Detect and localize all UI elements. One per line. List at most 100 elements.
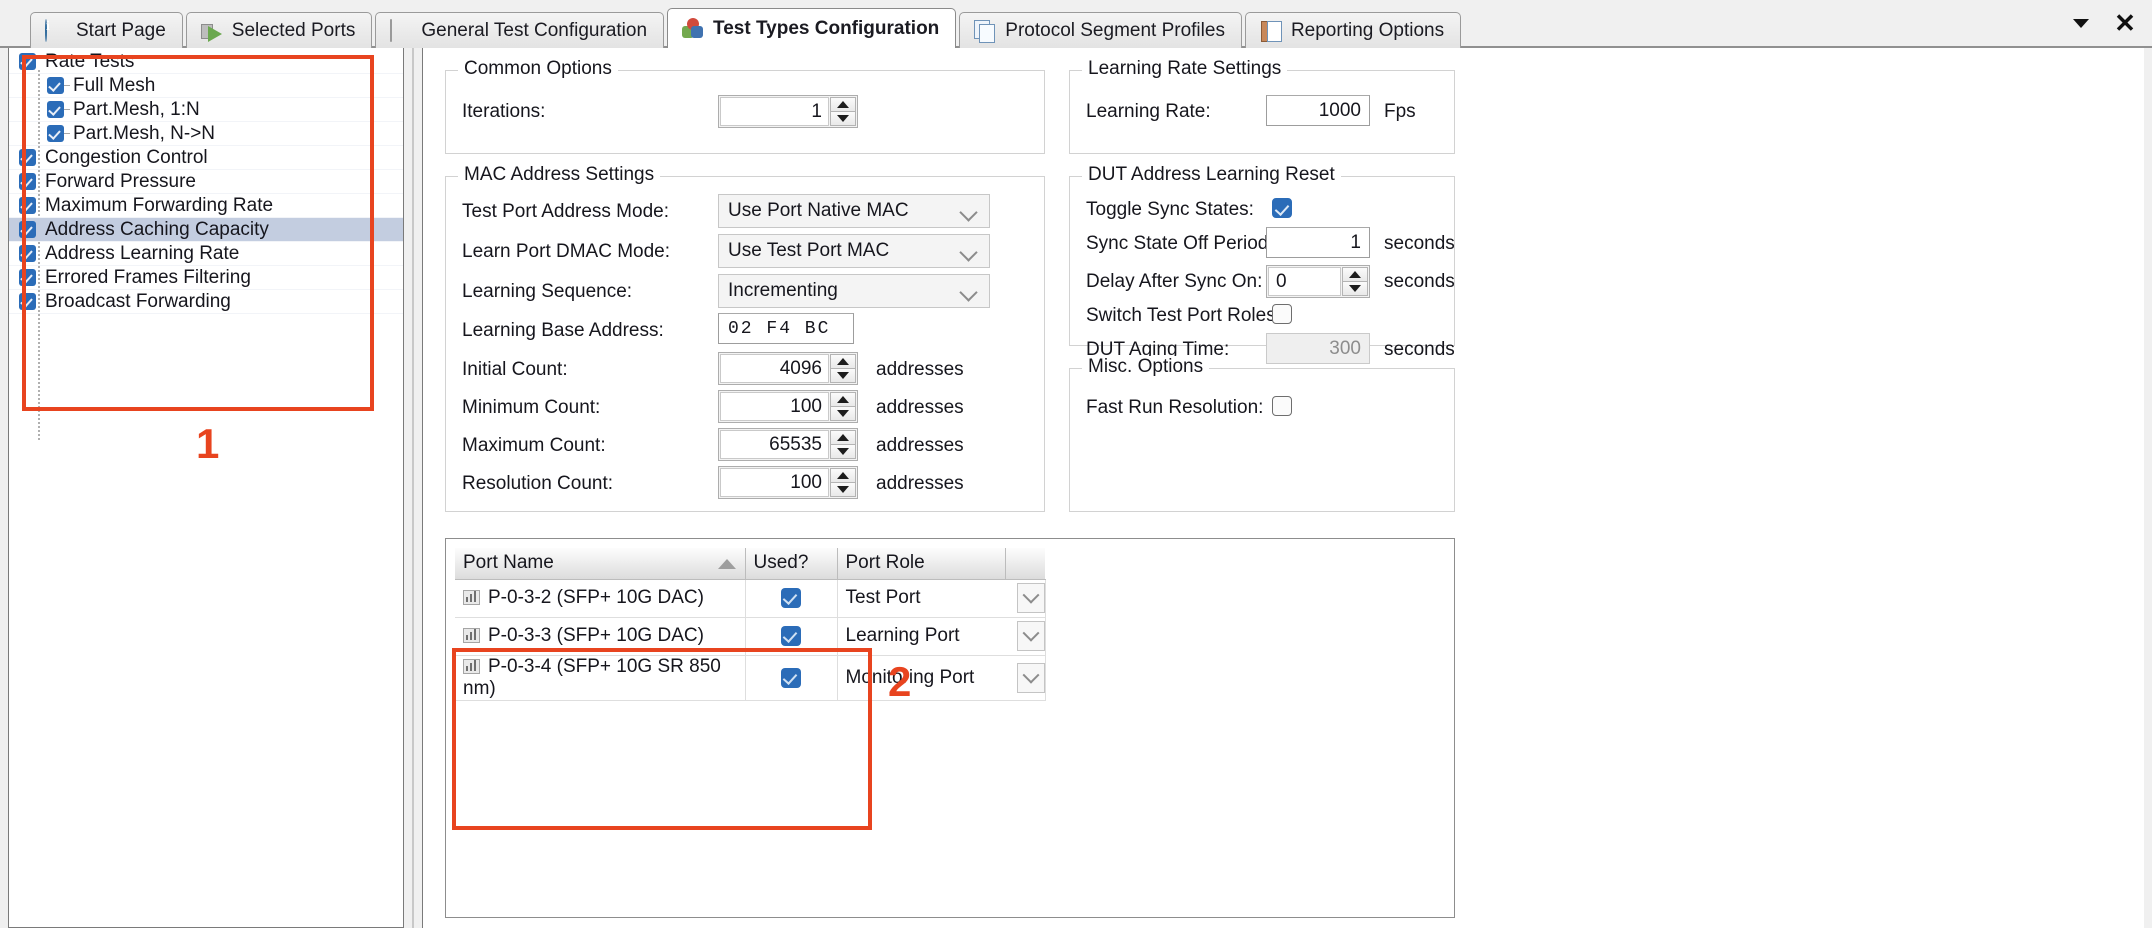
test-port-address-mode-select[interactable]: Use Port Native MAC — [718, 194, 990, 228]
iterations-value[interactable]: 1 — [720, 97, 829, 126]
maximum-count-value[interactable]: 65535 — [720, 430, 829, 459]
tree-checkbox[interactable] — [19, 269, 36, 286]
table-row[interactable]: P-0-3-3 (SFP+ 10G DAC) Learning Port — [455, 617, 1046, 656]
stepper-down-icon[interactable] — [830, 368, 856, 383]
maximum-count-stepper[interactable]: 65535 — [718, 428, 858, 461]
tab-general-test-configuration[interactable]: General Test Configuration — [375, 12, 665, 48]
tree-item-broadcast-forwarding[interactable]: Broadcast Forwarding — [9, 290, 403, 314]
chevron-down-icon[interactable] — [1016, 662, 1045, 693]
cell-port-role[interactable]: Monitoring Port — [837, 655, 1046, 701]
tree-checkbox[interactable] — [19, 149, 36, 166]
stepper-down-icon[interactable] — [830, 406, 856, 421]
stepper-down-icon[interactable] — [830, 111, 856, 126]
column-header-port-name[interactable]: Port Name — [455, 548, 746, 580]
tree-checkbox[interactable] — [19, 245, 36, 262]
cell-used[interactable] — [745, 655, 838, 701]
tree-checkbox[interactable] — [19, 197, 36, 214]
stepper-up-icon[interactable] — [830, 430, 856, 444]
tree-item-address-caching-capacity[interactable]: Address Caching Capacity — [9, 218, 403, 242]
tab-test-types-configuration[interactable]: Test Types Configuration — [667, 8, 957, 48]
cell-used[interactable] — [745, 617, 838, 656]
learning-base-address-field[interactable]: 02 F4 BC — [718, 313, 854, 344]
group-title: DUT Address Learning Reset — [1082, 164, 1341, 186]
toggle-sync-states-checkbox[interactable] — [1272, 198, 1292, 218]
stepper-buttons[interactable] — [830, 97, 856, 126]
close-icon[interactable]: ✕ — [2114, 8, 2136, 38]
tree-item-label: Congestion Control — [45, 146, 208, 168]
tree-item-label: Part.Mesh, N->N — [73, 122, 216, 144]
chevron-down-icon[interactable] — [2070, 12, 2092, 34]
initial-count-stepper[interactable]: 4096 — [718, 352, 858, 385]
stepper-buttons[interactable] — [1342, 267, 1368, 296]
learning-rate-field[interactable]: 1000 — [1266, 95, 1370, 126]
tree-item-rate-tests[interactable]: Rate Tests — [9, 50, 403, 74]
pane-splitter[interactable] — [404, 48, 422, 928]
chevron-down-icon[interactable] — [1016, 583, 1045, 613]
tab-selected-ports[interactable]: Selected Ports — [185, 12, 373, 48]
chevron-down-icon[interactable] — [1016, 621, 1045, 651]
column-header-used[interactable]: Used? — [745, 548, 838, 580]
tree-item-full-mesh[interactable]: Full Mesh — [9, 74, 403, 98]
delay-after-sync-on-value[interactable]: 0 — [1268, 267, 1341, 296]
column-header-port-role[interactable]: Port Role — [837, 548, 1006, 580]
stepper-down-icon[interactable] — [830, 444, 856, 459]
tree-checkbox[interactable] — [19, 293, 36, 310]
delay-after-sync-on-stepper[interactable]: 0 — [1266, 265, 1370, 298]
tree-checkbox[interactable] — [19, 53, 36, 70]
initial-count-value[interactable]: 4096 — [720, 354, 829, 383]
stepper-up-icon[interactable] — [830, 97, 856, 111]
cell-used[interactable] — [745, 579, 838, 618]
maximum-count-unit: addresses — [876, 435, 964, 456]
test-types-configuration-window: Start Page Selected Ports General Test C… — [0, 0, 2152, 928]
stepper-up-icon[interactable] — [1342, 267, 1368, 281]
tab-reporting-options[interactable]: Reporting Options — [1244, 12, 1462, 48]
stepper-buttons[interactable] — [830, 354, 856, 383]
stepper-buttons[interactable] — [830, 430, 856, 459]
used-checkbox[interactable] — [781, 626, 801, 646]
tab-protocol-segment-profiles[interactable]: Protocol Segment Profiles — [959, 12, 1242, 48]
stepper-down-icon[interactable] — [830, 482, 856, 497]
tree-item-maximum-forwarding-rate[interactable]: Maximum Forwarding Rate — [9, 194, 403, 218]
resolution-count-value[interactable]: 100 — [720, 468, 829, 497]
sync-state-off-period-field[interactable]: 1 — [1266, 227, 1370, 258]
table-row[interactable]: P-0-3-4 (SFP+ 10G SR 850 nm) Monitoring … — [455, 655, 1046, 701]
cell-port-role[interactable]: Learning Port — [837, 617, 1046, 656]
minimum-count-value[interactable]: 100 — [720, 392, 829, 421]
column-label: Used? — [753, 552, 809, 574]
stepper-down-icon[interactable] — [1342, 281, 1368, 296]
selected-value: Incrementing — [728, 280, 838, 301]
used-checkbox[interactable] — [781, 588, 801, 608]
learn-port-dmac-mode-select[interactable]: Use Test Port MAC — [718, 234, 990, 268]
tree-item-part-mesh-nn[interactable]: Part.Mesh, N->N — [9, 122, 403, 146]
switch-test-port-roles-checkbox[interactable] — [1272, 304, 1292, 324]
tree-checkbox[interactable] — [47, 101, 64, 118]
stepper-up-icon[interactable] — [830, 354, 856, 368]
minimum-count-stepper[interactable]: 100 — [718, 390, 858, 423]
tab-strip: Start Page Selected Ports General Test C… — [30, 8, 1464, 48]
used-checkbox[interactable] — [781, 667, 801, 688]
iterations-stepper[interactable]: 1 — [718, 95, 858, 128]
stepper-up-icon[interactable] — [830, 392, 856, 406]
tab-start-page[interactable]: Start Page — [30, 12, 183, 48]
resolution-count-stepper[interactable]: 100 — [718, 466, 858, 499]
tree-checkbox[interactable] — [19, 173, 36, 190]
tree-item-address-learning-rate[interactable]: Address Learning Rate — [9, 242, 403, 266]
tree-item-forward-pressure[interactable]: Forward Pressure — [9, 170, 403, 194]
table-row[interactable]: P-0-3-2 (SFP+ 10G DAC) Test Port — [455, 579, 1046, 618]
tree-checkbox[interactable] — [47, 125, 64, 142]
port-role-value: Test Port — [845, 587, 921, 608]
fast-run-resolution-checkbox[interactable] — [1272, 396, 1292, 416]
stepper-buttons[interactable] — [830, 392, 856, 421]
tree-checkbox[interactable] — [47, 77, 64, 94]
learning-sequence-select[interactable]: Incrementing — [718, 274, 990, 308]
tree-item-label: Forward Pressure — [45, 170, 196, 192]
stepper-up-icon[interactable] — [830, 468, 856, 482]
group-common-options: Common Options Iterations: 1 — [445, 58, 1045, 154]
tree-item-errored-frames-filtering[interactable]: Errored Frames Filtering — [9, 266, 403, 290]
cell-port-role[interactable]: Test Port — [837, 579, 1046, 618]
tree-item-congestion-control[interactable]: Congestion Control — [9, 146, 403, 170]
stepper-buttons[interactable] — [830, 468, 856, 497]
tree-item-part-mesh-1n[interactable]: Part.Mesh, 1:N — [9, 98, 403, 122]
dut-aging-time-field: 300 — [1266, 333, 1370, 364]
tree-checkbox[interactable] — [19, 221, 36, 238]
